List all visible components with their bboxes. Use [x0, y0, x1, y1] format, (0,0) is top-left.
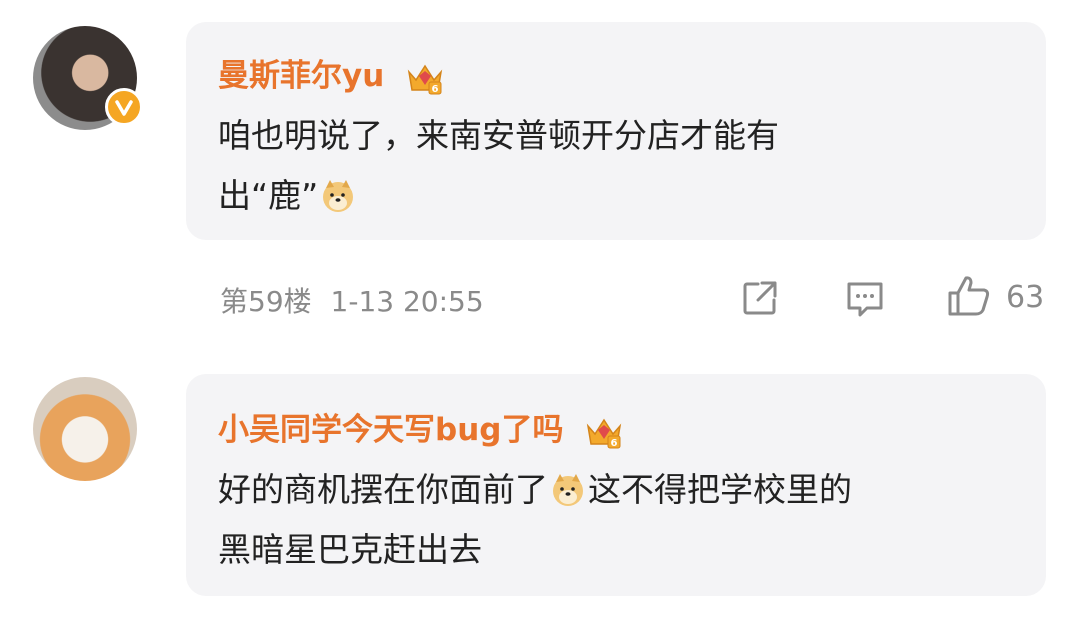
comment-text-line: 咱也明说了，来南安普顿开分店才能有: [218, 116, 779, 155]
comment-text-segment: 出“鹿”: [218, 176, 319, 215]
username-text[interactable]: 曼斯菲尔yu: [218, 58, 384, 94]
comment-text: 好的商机摆在你面前了 这不得把学校里的 黑暗星巴克赶出去: [218, 460, 852, 580]
avatar-image: [33, 377, 137, 481]
svg-text:6: 6: [432, 84, 439, 95]
doge-emoji-icon: [323, 180, 354, 212]
floor-number: 第59楼: [220, 285, 312, 318]
avatar[interactable]: [33, 26, 143, 130]
timestamp: 1-13 20:55: [330, 285, 484, 318]
comment-item: 小吴同学今天写bug了吗 6 好的商机摆在你面前了 这不得把学校里的 黑暗星巴克…: [0, 360, 1080, 617]
comment-icon[interactable]: [844, 278, 886, 320]
comment-meta: 第59楼 1-13 20:55: [220, 280, 484, 320]
username-text[interactable]: 小吴同学今天写bug了吗: [218, 412, 563, 448]
comment-text-segment: 这不得把学校里的: [588, 470, 852, 509]
comment-text: 咱也明说了，来南安普顿开分店才能有 出“鹿”: [218, 106, 779, 226]
svg-text:6: 6: [611, 438, 618, 449]
like-count: 63: [1006, 280, 1045, 315]
username[interactable]: 小吴同学今天写bug了吗 6: [218, 404, 624, 452]
comment-text-line: 好的商机摆在你面前了 这不得把学校里的: [218, 460, 852, 520]
comment-item: 曼斯菲尔yu 6 咱也明说了，来南安普顿开分店才能有 出“鹿” 第59楼 1-1…: [0, 0, 1080, 360]
comment-text-segment: 好的商机摆在你面前了: [218, 470, 548, 509]
avatar[interactable]: [33, 377, 137, 481]
doge-emoji-icon: [553, 474, 583, 506]
comment-text-line: 出“鹿”: [218, 166, 779, 226]
comment-bubble: 小吴同学今天写bug了吗 6 好的商机摆在你面前了 这不得把学校里的 黑暗星巴克…: [186, 374, 1046, 596]
comment-bubble: 曼斯菲尔yu 6 咱也明说了，来南安普顿开分店才能有 出“鹿”: [186, 22, 1046, 240]
comment-text-line: 黑暗星巴克赶出去: [218, 530, 482, 569]
username[interactable]: 曼斯菲尔yu 6: [218, 50, 445, 98]
share-icon[interactable]: [740, 278, 780, 318]
verified-icon: [105, 88, 143, 126]
crown-badge-icon: 6: [407, 64, 443, 95]
crown-badge-icon: 6: [587, 418, 622, 449]
like-icon[interactable]: [946, 274, 992, 318]
